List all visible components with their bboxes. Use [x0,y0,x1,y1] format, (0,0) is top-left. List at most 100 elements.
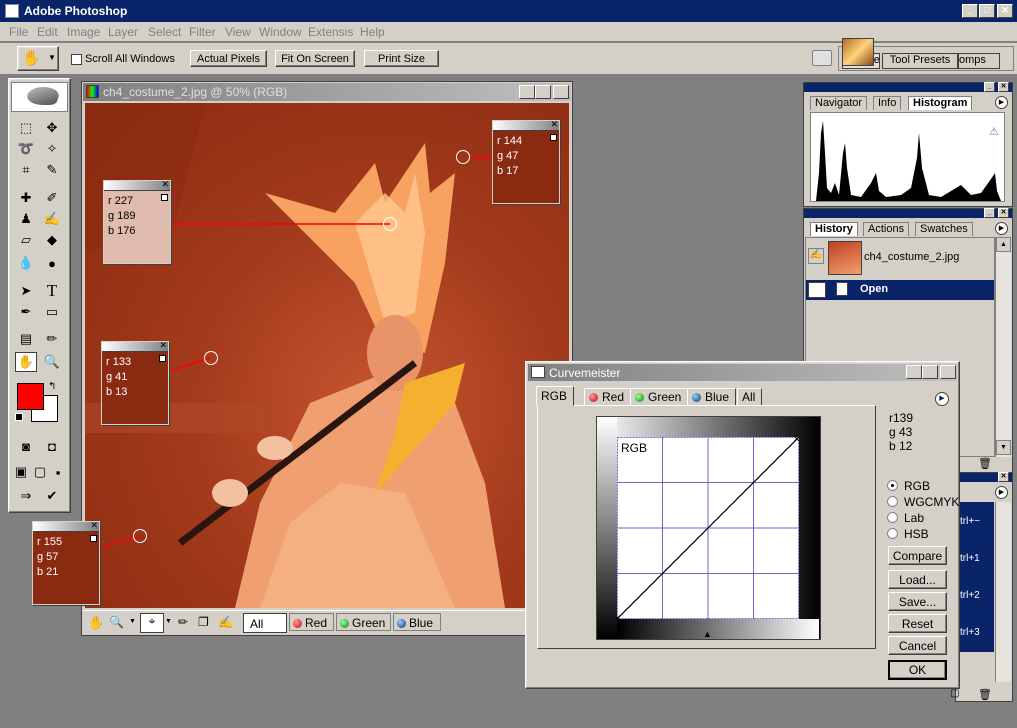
hand-icon[interactable]: ✋ [88,615,104,631]
radio-lab[interactable] [887,512,898,523]
panel-minimize-button[interactable]: _ [984,82,995,92]
reset-button[interactable]: Reset [888,614,947,633]
menu-file[interactable]: File [9,25,28,39]
trash-icon[interactable]: 🗑 [978,688,992,701]
document-title-bar[interactable]: ch4_costume_2.jpg @ 50% (RGB) _ □ ✕ [83,83,571,101]
brush-tool-icon[interactable]: ✐ [41,188,63,208]
sampler-readout-1[interactable]: ✕ r 144 g 47 b 17 [492,119,560,204]
type-tool-icon[interactable]: T [41,281,63,301]
sampler-readout-titlebar[interactable]: ✕ [493,119,559,131]
histogram-panel-titlebar[interactable]: _ ✕ [804,82,1012,92]
tab-histogram[interactable]: Histogram [908,96,973,110]
curve-endpoint-icon[interactable]: ✕ [793,434,801,445]
fit-on-screen-button[interactable]: Fit On Screen [275,50,355,67]
sampler-readout-4[interactable]: ✕ r 155 g 57 b 21 [32,520,100,605]
gradient-slider-icon[interactable]: ▲ [703,629,712,639]
file-browser-icon[interactable] [812,50,832,66]
panel-minimize-button[interactable]: _ [984,208,995,218]
history-brush-source-icon[interactable]: ✍ [808,248,824,264]
blur-tool-icon[interactable]: 💧 [15,253,37,273]
history-step-open[interactable]: Open [806,280,994,300]
close-icon[interactable]: ✕ [90,520,98,531]
maximize-button[interactable]: □ [979,4,995,18]
zoom-tool-icon[interactable]: 🔍 [41,352,63,372]
screen-mode-full-icon[interactable]: ▪ [47,462,69,482]
history-state-marker-icon[interactable] [808,282,826,298]
tab-actions[interactable]: Actions [863,222,910,236]
history-panel-titlebar[interactable]: _ ✕ [804,208,1012,218]
scroll-up-icon[interactable]: ▲ [996,237,1011,252]
clone-stamp-icon[interactable]: ♟ [15,209,37,229]
eyedropper-icon[interactable]: ✏ [41,329,63,349]
checkmark-icon[interactable]: ✔ [41,486,63,506]
doc-close-button[interactable]: ✕ [553,85,569,99]
actual-pixels-button[interactable]: Actual Pixels [190,50,267,67]
scroll-all-windows-checkbox[interactable] [71,54,82,65]
curve-endpoint-icon[interactable]: ✕ [614,613,622,624]
path-selection-icon[interactable]: ➤ [15,281,37,301]
stop-icon[interactable] [890,690,899,699]
sampler-readout-titlebar[interactable]: ✕ [33,520,99,532]
eraser-icon[interactable]: ▱ [15,230,37,250]
sampler-readout-titlebar[interactable]: ✕ [102,340,168,352]
layer-comps-tab[interactable]: omps [958,53,1000,69]
dialog-maximize-button[interactable]: □ [922,365,938,379]
close-icon[interactable]: ✕ [550,119,558,130]
actions-scrollbar[interactable] [995,502,1011,682]
sampler-readout-2[interactable]: ✕ r 227 g 189 b 176 [103,179,171,264]
panel-close-button[interactable]: ✕ [998,208,1009,218]
adobe-logo[interactable] [11,82,68,112]
pages-icon[interactable]: ❐ [198,615,209,629]
menu-window[interactable]: Window [259,25,302,39]
actions-panel-titlebar[interactable]: ✕ [956,472,1012,482]
eyedropper-icon[interactable]: ✏ [178,615,188,629]
tab-history[interactable]: History [810,222,858,236]
menu-image[interactable]: Image [67,25,100,39]
slice-tool-icon[interactable]: ✎ [41,160,63,180]
sampler-readout-titlebar[interactable]: ✕ [104,179,170,191]
menu-extensis[interactable]: Extensis [308,25,353,39]
tool-preset-picker[interactable]: ✋ ▼ [17,46,59,71]
sampler-menu-icon[interactable] [90,535,97,542]
doc-tab-blue[interactable]: Blue [393,613,441,631]
action-shortcut[interactable]: trl+2 [960,590,980,601]
history-scrollbar[interactable]: ▲ ▼ [995,237,1011,457]
play-icon[interactable]: ▢ [950,688,959,699]
panel-close-button[interactable]: ✕ [998,472,1009,482]
tab-swatches[interactable]: Swatches [915,222,973,236]
action-shortcut[interactable]: trl+1 [960,553,980,564]
zoom-icon[interactable]: 🔍 [109,615,124,629]
lasso-tool-icon[interactable]: ➰ [15,139,37,159]
menu-filter[interactable]: Filter [189,25,216,39]
cm-tab-rgb[interactable]: RGB [536,386,575,406]
curve-grid[interactable] [617,437,799,619]
close-icon[interactable]: ✕ [161,179,169,190]
move-tool-icon[interactable]: ✥ [41,118,63,138]
tool-presets-tab[interactable]: Tool Presets [882,53,958,69]
color-sampler-2-marker[interactable] [383,217,397,231]
menu-help[interactable]: Help [360,25,385,39]
curve-pen-icon[interactable]: ✍ [218,615,233,629]
color-sampler-1-marker[interactable] [456,150,470,164]
menu-view[interactable]: View [225,25,251,39]
notes-tool-icon[interactable]: ▤ [15,329,37,349]
sampler-menu-icon[interactable] [550,134,557,141]
close-icon[interactable]: ✕ [159,340,167,351]
cm-menu-icon[interactable]: ▶ [935,392,949,406]
cm-tab-red[interactable]: Red [584,388,632,406]
load-button[interactable]: Load... [888,570,947,589]
record-icon[interactable] [918,690,927,699]
panel-menu-icon[interactable]: ▶ [995,96,1008,109]
healing-brush-icon[interactable]: ✚ [15,188,37,208]
chevron-down-icon[interactable]: ▼ [165,618,172,625]
close-button[interactable]: ✕ [997,4,1013,18]
trash-icon[interactable]: 🗑 [978,457,992,470]
radio-wgcmyk[interactable] [887,496,898,507]
action-shortcut[interactable]: trl+3 [960,627,980,638]
minimize-button[interactable]: _ [962,4,978,18]
sampler-menu-icon[interactable] [159,355,166,362]
cancel-button[interactable]: Cancel [888,636,947,655]
doc-tab-red[interactable]: Red [289,613,334,631]
menu-edit[interactable]: Edit [37,25,58,39]
foreground-color-swatch[interactable] [17,383,44,410]
